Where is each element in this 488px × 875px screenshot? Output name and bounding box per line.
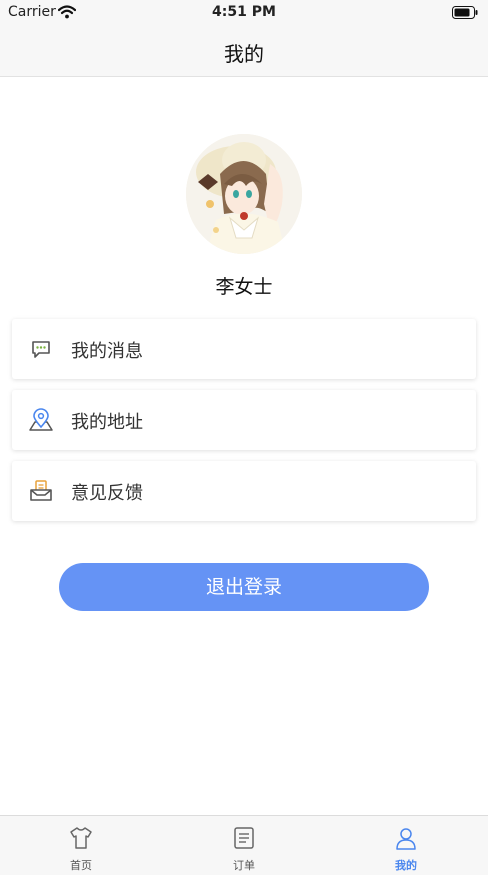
menu-label: 我的地址 [71, 412, 143, 433]
message-icon [28, 336, 54, 362]
tab-label: 订单 [233, 859, 255, 872]
page-title: 我的 [224, 42, 264, 66]
order-icon [231, 825, 257, 851]
tab-home[interactable]: 首页 [21, 816, 141, 875]
menu-item-messages[interactable]: 我的消息 [12, 319, 476, 379]
location-icon [28, 407, 54, 433]
battery-icon [452, 6, 478, 23]
tab-label: 我的 [395, 859, 417, 872]
menu-label: 意见反馈 [71, 483, 143, 504]
feedback-icon [28, 478, 54, 504]
menu-label: 我的消息 [71, 341, 143, 362]
nav-bar: 我的 [0, 26, 488, 77]
logout-button[interactable]: 退出登录 [59, 563, 429, 611]
menu-item-address[interactable]: 我的地址 [12, 390, 476, 450]
tab-bar: 首页 订单 我的 [0, 815, 488, 875]
status-time: 4:51 PM [212, 4, 276, 20]
tab-orders[interactable]: 订单 [184, 816, 304, 875]
user-icon [393, 825, 419, 851]
tab-mine[interactable]: 我的 [346, 816, 466, 875]
status-bar: Carrier 4:51 PM [0, 0, 488, 26]
avatar[interactable] [186, 134, 302, 254]
menu-item-feedback[interactable]: 意见反馈 [12, 461, 476, 521]
tab-label: 首页 [70, 859, 92, 872]
user-name: 李女士 [215, 276, 273, 298]
shirt-icon [68, 825, 94, 851]
